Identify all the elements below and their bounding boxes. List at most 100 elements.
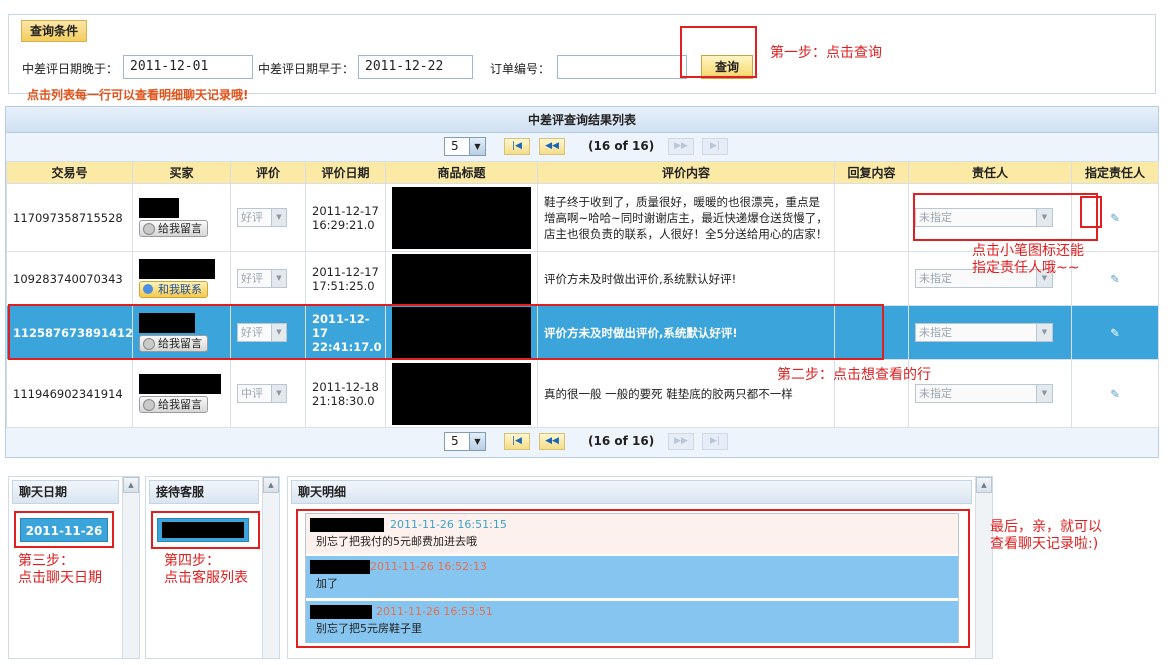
scrollbar[interactable]: ▲ xyxy=(122,477,139,658)
item-title-cell xyxy=(385,183,538,252)
rating-cell: 好评 xyxy=(230,251,306,306)
pen-note: 点击小笔图标还能 指定责任人哦~~ xyxy=(972,243,1084,276)
step3-note: 第三步： 点击聊天日期 xyxy=(18,553,102,586)
rating-cell: 中评 xyxy=(230,359,306,428)
pencil-icon[interactable]: ✎ xyxy=(1071,251,1159,306)
chat-highlight xyxy=(296,509,970,648)
pencil-icon[interactable]: ✎ xyxy=(1071,305,1159,360)
first-page-button[interactable]: |◀ xyxy=(504,433,530,450)
trade-no: 111946902341914 xyxy=(6,359,133,428)
step2-highlight xyxy=(8,304,884,360)
date-cell: 2011-12-17 16:29:21.0 xyxy=(305,183,386,252)
content: 评价方未及时做出评价,系统默认好评! xyxy=(537,251,835,306)
content: 鞋子终于收到了，质量很好，暖暖的也很漂亮，重点是增高啊~哈哈~同时谢谢店主，最近… xyxy=(537,183,835,252)
page-info: (16 of 16) xyxy=(588,139,655,153)
leave-message-button[interactable]: 给我留言 xyxy=(139,220,208,237)
row-click-hint: 点击列表每一行可以查看明细聊天记录哦! xyxy=(27,88,249,102)
col-item-title[interactable]: 商品标题 xyxy=(385,161,538,184)
trade-no: 109283740070343 xyxy=(6,251,133,306)
results-panel: 中差评查询结果列表 5 ▼ |◀ ◀◀ (16 of 16) ▶▶ ▶| 交易号 … xyxy=(5,106,1159,458)
step2-note: 第二步：点击想查看的行 xyxy=(777,367,931,383)
pager-bottom: 5 ▼ |◀ ◀◀ (16 of 16) ▶▶ ▶| xyxy=(6,428,1158,456)
item-title-redacted xyxy=(392,253,531,304)
rating-cell: 好评 xyxy=(230,183,306,252)
pencil-icon[interactable]: ✎ xyxy=(1071,359,1159,428)
last-page-button[interactable]: ▶| xyxy=(702,433,728,450)
query-panel: 查询条件 中差评日期晚于： 2011-12-01 中差评日期早于： 2011-1… xyxy=(8,14,1156,102)
results-title: 中差评查询结果列表 xyxy=(6,107,1158,133)
rating-time: 17:51:25.0 xyxy=(312,278,375,293)
item-title-redacted xyxy=(392,186,531,249)
step3-highlight xyxy=(14,511,114,548)
buyer-cell: 和我联系 xyxy=(132,251,231,306)
rating-select[interactable]: 中评 xyxy=(237,384,287,403)
page-info: (16 of 16) xyxy=(588,434,655,448)
date-after-input[interactable]: 2011-12-01 xyxy=(123,55,253,79)
final-note: 最后，亲，就可以 查看聊天记录啦:) xyxy=(990,519,1102,552)
next-page-button[interactable]: ▶▶ xyxy=(668,433,694,450)
rating-date: 2011-12-17 xyxy=(312,264,379,279)
rating-date: 2011-12-17 xyxy=(312,203,379,218)
rating-time: 21:18:30.0 xyxy=(312,393,375,408)
item-title-cell xyxy=(385,251,538,306)
scroll-up-icon[interactable]: ▲ xyxy=(263,477,279,493)
chat-date-title: 聊天日期 xyxy=(12,480,119,504)
step4-note: 第四步： 点击客服列表 xyxy=(164,553,248,586)
order-no-input[interactable] xyxy=(557,55,687,79)
page-size-select[interactable]: 5 ▼ xyxy=(444,137,486,156)
col-owner[interactable]: 责任人 xyxy=(908,161,1072,184)
reply xyxy=(834,251,909,306)
reply xyxy=(834,183,909,252)
step1-highlight xyxy=(680,26,757,78)
scrollbar[interactable]: ▲ xyxy=(262,477,279,658)
scroll-up-icon[interactable]: ▲ xyxy=(123,477,139,493)
step1-note: 第一步：点击查询 xyxy=(770,45,882,61)
contact-me-button[interactable]: 和我联系 xyxy=(139,281,208,298)
buyer-name-redacted xyxy=(139,374,221,394)
scrollbar[interactable]: ▲ xyxy=(975,477,992,658)
col-reply[interactable]: 回复内容 xyxy=(834,161,909,184)
buyer-name-redacted xyxy=(139,198,179,218)
scroll-up-icon[interactable]: ▲ xyxy=(976,477,992,493)
rating-date: 2011-12-18 xyxy=(312,379,379,394)
rating-select[interactable]: 好评 xyxy=(237,269,287,288)
col-trade-no[interactable]: 交易号 xyxy=(6,161,133,184)
rating-select[interactable]: 好评 xyxy=(237,208,287,227)
leave-message-button[interactable]: 给我留言 xyxy=(139,396,208,413)
col-rating[interactable]: 评价 xyxy=(230,161,306,184)
rating-time: 16:29:21.0 xyxy=(312,217,375,232)
date-before-input[interactable]: 2011-12-22 xyxy=(358,55,473,79)
first-page-button[interactable]: |◀ xyxy=(504,138,530,155)
owner-highlight xyxy=(913,193,1098,241)
chevron-down-icon: ▼ xyxy=(469,138,485,155)
chevron-down-icon: ▼ xyxy=(469,433,485,450)
date-cell: 2011-12-17 17:51:25.0 xyxy=(305,251,386,306)
next-page-button[interactable]: ▶▶ xyxy=(668,138,694,155)
buyer-cell: 给我留言 xyxy=(132,359,231,428)
col-date[interactable]: 评价日期 xyxy=(305,161,386,184)
page-size-select[interactable]: 5 ▼ xyxy=(444,432,486,451)
buyer-cell: 给我留言 xyxy=(132,183,231,252)
col-assign[interactable]: 指定责任人 xyxy=(1071,161,1159,184)
item-title-cell xyxy=(385,359,538,428)
agent-title: 接待客服 xyxy=(149,480,259,504)
table-header: 交易号 买家 评价 评价日期 商品标题 评价内容 回复内容 责任人 指定责任人 xyxy=(6,161,1159,184)
buyer-name-redacted xyxy=(139,259,215,279)
last-page-button[interactable]: ▶| xyxy=(702,138,728,155)
order-no-label: 订单编号： xyxy=(490,62,551,76)
col-buyer[interactable]: 买家 xyxy=(132,161,231,184)
owner-select[interactable]: 未指定 xyxy=(915,384,1053,403)
table-row[interactable]: 111946902341914 给我留言 中评 2011-12-1821:18:… xyxy=(6,359,1159,428)
prev-page-button[interactable]: ◀◀ xyxy=(539,138,565,155)
owner-select[interactable]: 未指定 xyxy=(915,323,1053,342)
prev-page-button[interactable]: ◀◀ xyxy=(539,433,565,450)
owner-cell: 未指定 xyxy=(908,305,1072,360)
pencil-highlight xyxy=(1080,196,1102,228)
date-cell: 2011-12-18 21:18:30.0 xyxy=(305,359,386,428)
item-title-redacted xyxy=(392,362,531,425)
trade-no: 117097358715528 xyxy=(6,183,133,252)
pager-top: 5 ▼ |◀ ◀◀ (16 of 16) ▶▶ ▶| xyxy=(6,133,1158,161)
date-before-label: 中差评日期早于： xyxy=(258,62,355,76)
col-content[interactable]: 评价内容 xyxy=(537,161,835,184)
query-section-title: 查询条件 xyxy=(21,20,88,42)
